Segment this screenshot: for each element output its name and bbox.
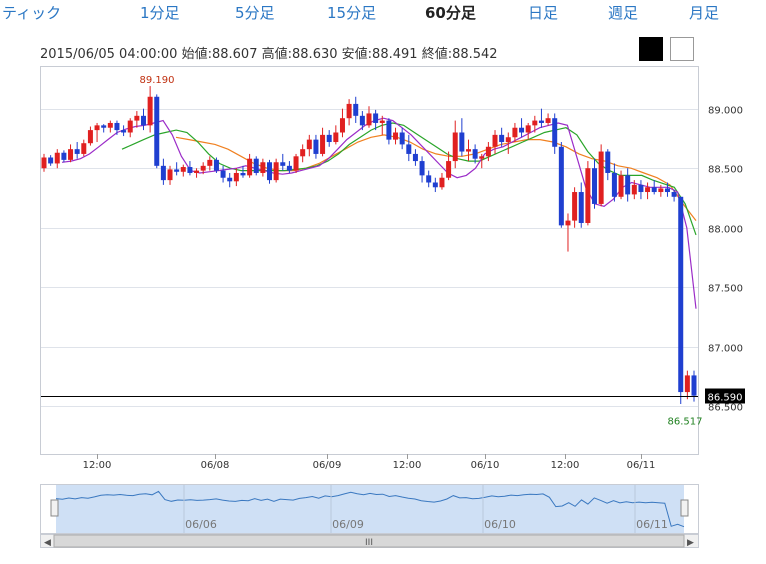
navigator-right-handle[interactable] (680, 499, 689, 517)
navigator: 06/06 06/09 06/10 06/11 III ◀ ▶ (40, 484, 699, 548)
navigator-tick-label: 06/06 (185, 518, 217, 531)
navigator-selection[interactable] (56, 485, 684, 533)
navigator-tick-label: 06/09 (332, 518, 364, 531)
scrollbar-grip: III (365, 538, 373, 548)
navigator-tick-label: 06/10 (484, 518, 516, 531)
navigator-tick-label: 06/11 (636, 518, 668, 531)
scroll-right-arrow[interactable]: ▶ (687, 538, 694, 548)
navigator-left-handle[interactable] (50, 499, 59, 517)
scroll-left-arrow[interactable]: ◀ (44, 538, 51, 548)
